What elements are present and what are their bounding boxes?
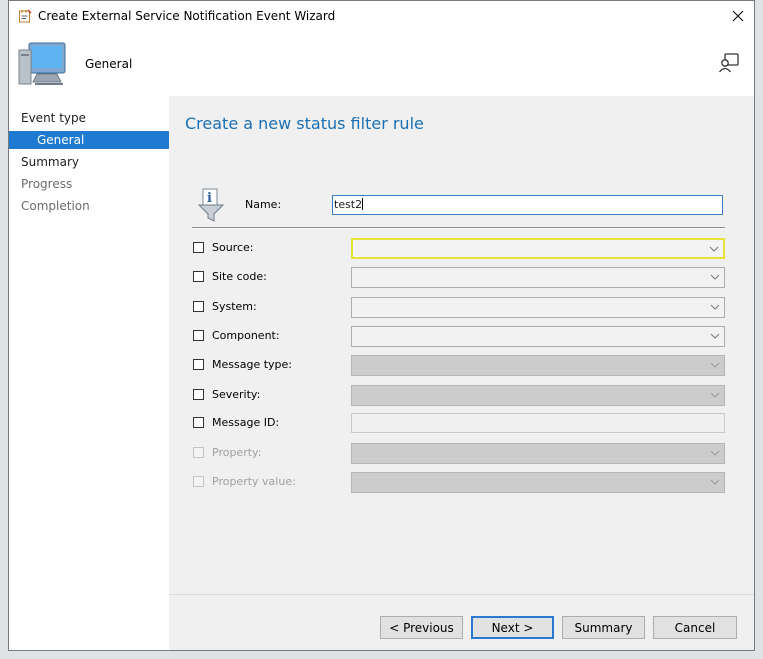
- source-dropdown[interactable]: [351, 238, 725, 259]
- name-label: Name:: [245, 198, 282, 211]
- footer-separator: [169, 594, 754, 595]
- computer-icon: [18, 42, 66, 85]
- property-label: Property:: [212, 446, 262, 459]
- wizard-app-icon: [19, 9, 32, 23]
- step-title: General: [85, 57, 133, 71]
- chevron-down-icon: [710, 333, 720, 339]
- name-value: test2: [334, 198, 363, 211]
- criteria-row-message-type: Message type:: [169, 355, 754, 377]
- nav-item-label: Event type: [21, 111, 86, 125]
- severity-checkbox[interactable]: [193, 389, 204, 400]
- criteria-row-system: System:: [169, 297, 754, 319]
- component-checkbox[interactable]: [193, 330, 204, 341]
- wizard-window: Create External Service Notification Eve…: [8, 0, 755, 651]
- title-bar: Create External Service Notification Eve…: [9, 1, 754, 32]
- chevron-down-icon: [710, 450, 720, 456]
- severity-label: Severity:: [212, 388, 261, 401]
- nav-item-progress: Progress: [9, 175, 169, 193]
- next-button[interactable]: Next >: [471, 616, 554, 639]
- summary-button[interactable]: Summary: [562, 616, 645, 639]
- page-title: Create a new status filter rule: [185, 114, 424, 133]
- site-code-label: Site code:: [212, 270, 267, 283]
- message-type-dropdown: [351, 355, 725, 376]
- system-checkbox[interactable]: [193, 301, 204, 312]
- property-checkbox: [193, 447, 204, 458]
- chevron-down-icon: [709, 246, 719, 252]
- chevron-down-icon: [710, 392, 720, 398]
- criteria-row-severity: Severity:: [169, 385, 754, 407]
- user-help-icon[interactable]: [718, 52, 740, 74]
- severity-dropdown: [351, 385, 725, 406]
- message-id-checkbox[interactable]: [193, 417, 204, 428]
- message-id-field: [351, 413, 725, 433]
- nav-item-label: General: [37, 133, 85, 147]
- background-app-strip: [0, 0, 8, 659]
- name-field[interactable]: test2: [332, 195, 723, 215]
- property-dropdown: [351, 443, 725, 464]
- text-caret: [362, 198, 364, 210]
- nav-item-completion: Completion: [9, 197, 169, 215]
- nav-item-summary[interactable]: Summary: [9, 153, 169, 171]
- site-code-dropdown[interactable]: [351, 267, 725, 288]
- criteria-row-source: Source:: [169, 238, 754, 260]
- message-id-label: Message ID:: [212, 416, 280, 429]
- window-title: Create External Service Notification Eve…: [38, 9, 336, 23]
- chevron-down-icon: [710, 479, 720, 485]
- previous-button[interactable]: < Previous: [380, 616, 463, 639]
- svg-text:i: i: [207, 191, 212, 206]
- chevron-down-icon: [710, 362, 720, 368]
- close-button[interactable]: [722, 1, 754, 31]
- nav-item-label: Progress: [21, 177, 73, 191]
- component-label: Component:: [212, 329, 280, 342]
- nav-item-label: Summary: [21, 155, 79, 169]
- criteria-row-component: Component:: [169, 326, 754, 348]
- chevron-down-icon: [710, 274, 720, 280]
- source-checkbox[interactable]: [193, 242, 204, 253]
- message-type-label: Message type:: [212, 358, 292, 371]
- message-type-checkbox[interactable]: [193, 359, 204, 370]
- wizard-step-nav: Event type General Summary Progress Comp…: [9, 96, 169, 650]
- wizard-header: General: [9, 32, 754, 96]
- separator: [192, 227, 725, 229]
- criteria-row-property-value: Property value:: [169, 472, 754, 494]
- component-dropdown[interactable]: [351, 326, 725, 347]
- criteria-row-message-id: Message ID:: [169, 413, 754, 435]
- criteria-row-property: Property:: [169, 443, 754, 465]
- chevron-down-icon: [710, 304, 720, 310]
- nav-item-general[interactable]: General: [9, 131, 169, 149]
- property-value-dropdown: [351, 472, 725, 493]
- main-content: Create a new status filter rule i Name: …: [169, 96, 754, 650]
- nav-item-label: Completion: [21, 199, 90, 213]
- property-value-checkbox: [193, 476, 204, 487]
- criteria-row-site-code: Site code:: [169, 267, 754, 289]
- background-app-strip: [755, 0, 763, 659]
- system-label: System:: [212, 300, 257, 313]
- property-value-label: Property value:: [212, 475, 296, 488]
- source-label: Source:: [212, 241, 254, 254]
- site-code-checkbox[interactable]: [193, 271, 204, 282]
- system-dropdown[interactable]: [351, 297, 725, 318]
- filter-info-icon: i: [197, 188, 225, 222]
- background-app-strip: [0, 651, 763, 659]
- cancel-button[interactable]: Cancel: [653, 616, 737, 639]
- nav-item-event-type[interactable]: Event type: [9, 109, 169, 127]
- close-icon: [732, 10, 744, 22]
